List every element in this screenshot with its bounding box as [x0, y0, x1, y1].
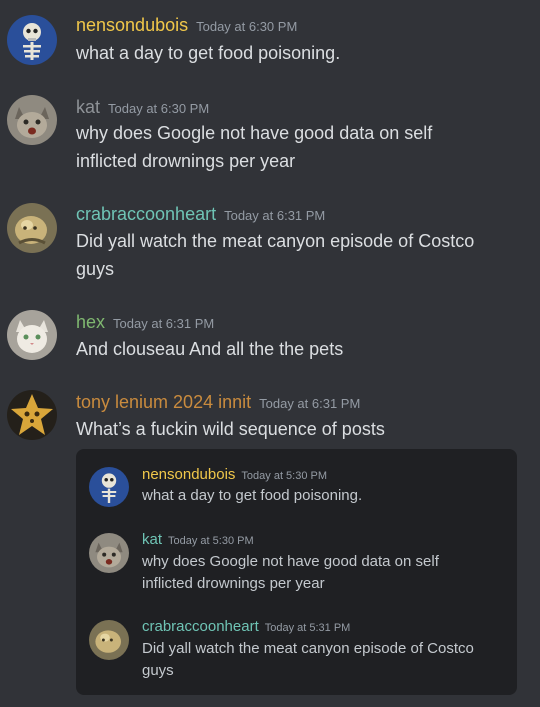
username[interactable]: crabraccoonheart — [142, 618, 259, 635]
username[interactable]: kat — [142, 531, 162, 548]
star-avatar-icon[interactable] — [7, 390, 57, 440]
cat-avatar-icon[interactable] — [7, 310, 57, 360]
creature-avatar-icon[interactable] — [7, 203, 57, 253]
quoted-messages-embed: nensondubois Today at 5:30 PM what a day … — [76, 449, 517, 695]
username[interactable]: nensondubois — [142, 466, 235, 483]
skeleton-avatar-icon[interactable] — [89, 467, 129, 507]
timestamp: Today at 6:30 PM — [108, 101, 210, 116]
message-text-line: why does Google not have good data on se… — [142, 553, 439, 570]
message-text-line: Did yall watch the meat canyon episode o… — [76, 231, 475, 251]
message-text: What’s a fuckin wild sequence of posts — [76, 419, 385, 439]
timestamp: Today at 6:31 PM — [259, 396, 361, 411]
timestamp: Today at 6:31 PM — [224, 208, 326, 223]
message-text: what a day to get food poisoning. — [142, 487, 363, 504]
message-text-line: guys — [142, 662, 174, 679]
message-text: what a day to get food poisoning. — [76, 43, 341, 63]
cat-avatar-icon[interactable] — [89, 533, 129, 573]
cat-avatar-icon[interactable] — [7, 95, 57, 145]
username[interactable]: crabraccoonheart — [76, 204, 216, 224]
message-text-line: why does Google not have good data on se… — [76, 123, 433, 143]
message-text-line: guys — [76, 259, 115, 279]
timestamp: Today at 6:30 PM — [196, 19, 298, 34]
creature-avatar-icon[interactable] — [89, 620, 129, 660]
timestamp: Today at 6:31 PM — [113, 316, 215, 331]
username[interactable]: hex — [76, 312, 105, 332]
timestamp: Today at 5:30 PM — [168, 535, 254, 547]
timestamp: Today at 5:31 PM — [264, 622, 351, 634]
username[interactable]: nensondubois — [76, 15, 188, 35]
username[interactable]: kat — [76, 97, 100, 117]
message-text: And clouseau And all the the pets — [76, 339, 344, 359]
message-text-line: inflicted drownings per year — [76, 151, 296, 171]
message-text-line: Did yall watch the meat canyon episode o… — [142, 640, 474, 657]
username[interactable]: tony lenium 2024 innit — [76, 392, 251, 412]
skeleton-avatar-icon[interactable] — [7, 15, 57, 65]
timestamp: Today at 5:30 PM — [241, 470, 328, 482]
message-text-line: inflicted drownings per year — [142, 575, 325, 592]
